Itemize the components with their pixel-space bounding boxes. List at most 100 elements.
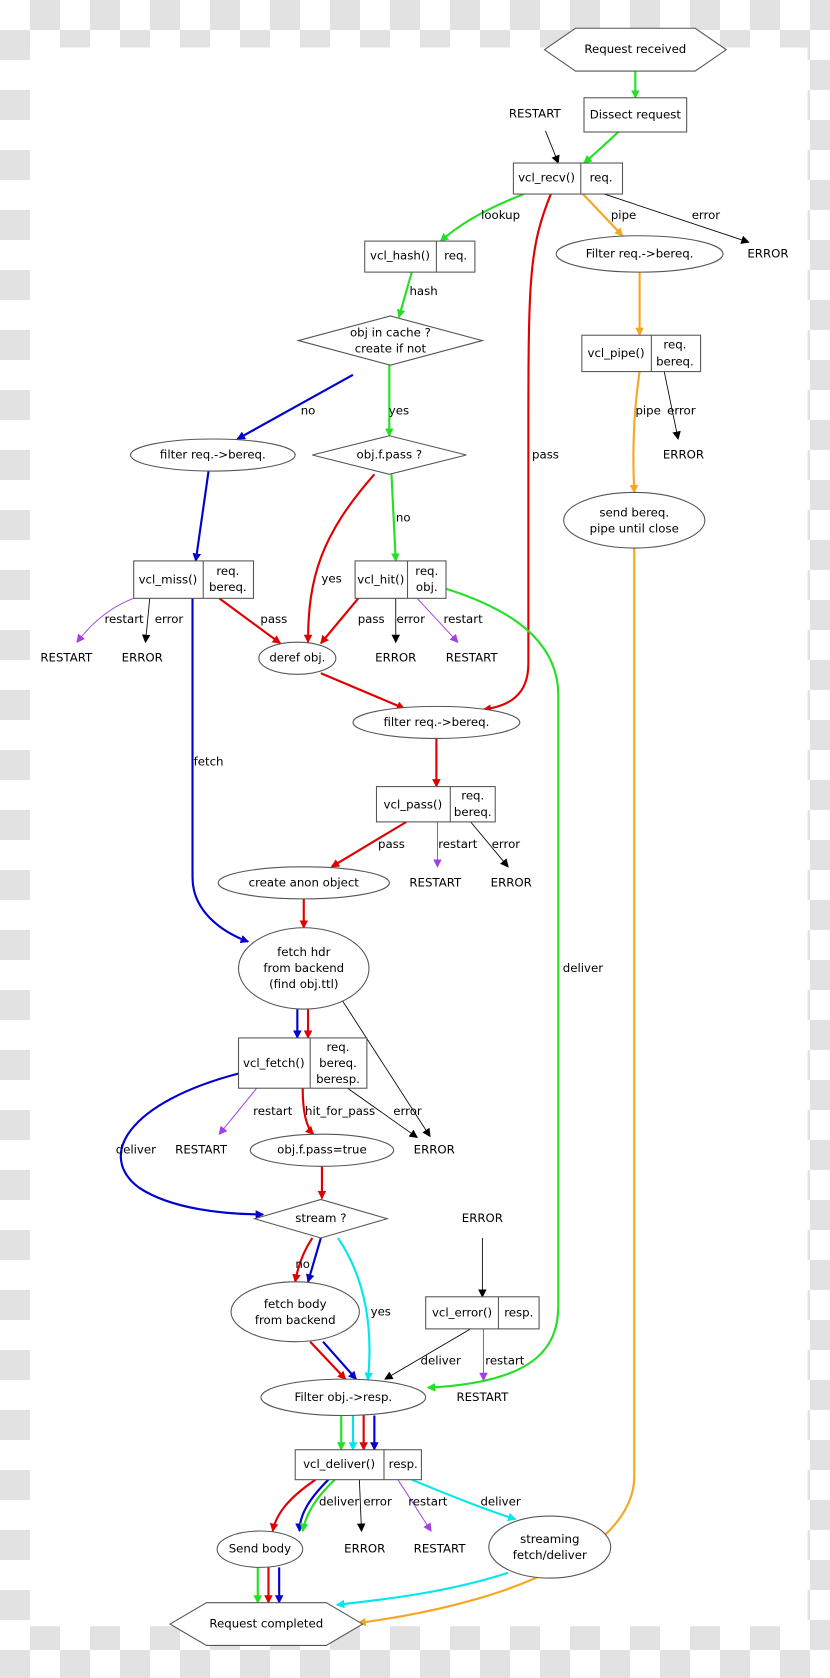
obj-f-pass: obj.f.pass ? (357, 448, 423, 462)
vcl-hit-var1: req. (415, 564, 438, 578)
request-completed: Request completed (209, 1617, 323, 1631)
filter-resp: Filter obj.->resp. (294, 1390, 392, 1404)
vcl-hash-vars: req. (444, 249, 467, 263)
edge-label: error (363, 1495, 392, 1509)
error-label: ERROR (747, 246, 788, 260)
streaming-line1: streaming (520, 1532, 579, 1546)
edge-label: error (692, 208, 721, 222)
edge-label: yes (371, 1304, 391, 1318)
edge-label: yes (389, 404, 409, 418)
edge-label: fetch (194, 754, 224, 768)
edge-label: restart (444, 612, 484, 626)
error-label: ERROR (491, 875, 532, 889)
dissect-request: Dissect request (590, 107, 682, 121)
filter-pipe: Filter req.->bereq. (586, 246, 694, 260)
edge-label: yes (321, 572, 341, 586)
restart-label: RESTART (509, 106, 562, 120)
error-label: ERROR (344, 1542, 385, 1556)
deref-obj: deref obj. (269, 651, 325, 665)
edge-label: deliver (319, 1495, 359, 1509)
edge-label: restart (104, 612, 144, 626)
vcl-deliver: vcl_deliver() (303, 1457, 375, 1471)
fetch-hdr-line1: fetch hdr (277, 945, 331, 959)
edge-label: deliver (116, 1143, 156, 1157)
restart-label: RESTART (414, 1542, 467, 1556)
stream: stream ? (295, 1211, 346, 1225)
edge-label: error (667, 404, 696, 418)
error-label: ERROR (414, 1143, 455, 1157)
request-received: Request received (584, 42, 686, 56)
vcl-recv-vars: req. (590, 170, 613, 184)
vcl-fetch-var2: bereq. (319, 1056, 357, 1070)
send-body: Send body (229, 1542, 291, 1556)
edge-label: error (396, 612, 425, 626)
create-anon: create anon object (249, 875, 360, 889)
edge-label: error (155, 612, 184, 626)
edge-label: pass (378, 837, 405, 851)
vcl-error: vcl_error() (432, 1305, 492, 1319)
edge-label: restart (253, 1104, 293, 1118)
edge-label: deliver (480, 1495, 520, 1509)
edge-label: hit_for_pass (305, 1104, 375, 1118)
vcl-pipe-var2: bereq. (656, 354, 694, 368)
error-label: ERROR (462, 1211, 503, 1225)
error-label: ERROR (663, 448, 704, 462)
vcl-error-vars: resp. (504, 1305, 533, 1319)
edge-label: pass (358, 612, 385, 626)
filter-miss: filter req.->bereq. (160, 448, 266, 462)
restart-label: RESTART (409, 875, 462, 889)
edge-label: deliver (421, 1353, 461, 1367)
fetch-hdr-line3: (find obj.ttl) (269, 977, 338, 991)
vcl-pass-var2: bereq. (454, 805, 492, 819)
edge-label: no (301, 404, 316, 418)
vcl-deliver-vars: resp. (389, 1457, 418, 1471)
filter-pass: filter req.->bereq. (383, 715, 489, 729)
fetch-body-line2: from backend (255, 1313, 336, 1327)
restart-label: RESTART (40, 651, 93, 665)
edge-label: no (396, 511, 411, 525)
send-bereq-shape (563, 491, 706, 549)
vcl-hit: vcl_hit() (357, 573, 404, 587)
vcl-hash: vcl_hash() (370, 249, 430, 263)
send-bereq-line2: pipe until close (590, 521, 679, 535)
vcl-fetch-var1: req. (326, 1040, 349, 1054)
send-bereq-line1: send bereq. (599, 505, 669, 519)
obj-in-cache-line2: create if not (355, 342, 427, 356)
edge-label: error (492, 837, 521, 851)
vcl-pass-var1: req. (461, 789, 484, 803)
restart-label: RESTART (456, 1390, 509, 1404)
vcl-miss: vcl_miss() (139, 573, 198, 587)
edge-label: restart (408, 1495, 448, 1509)
vcl-miss-var1: req. (216, 564, 239, 578)
vcl-fetch: vcl_fetch() (243, 1056, 305, 1070)
obj-in-cache-line1: obj in cache ? (350, 326, 431, 340)
fetch-body-shape (230, 1281, 360, 1343)
edge-label: no (295, 1257, 310, 1271)
vcl-pipe-var1: req. (663, 337, 686, 351)
edge-label: lookup (481, 208, 520, 222)
error-label: ERROR (375, 651, 416, 665)
edge-label: pass (260, 612, 287, 626)
edge-label: pass (532, 448, 559, 462)
edge-label: error (393, 1104, 422, 1118)
streaming-shape (488, 1515, 612, 1579)
vcl-hit-var2: obj. (416, 580, 438, 594)
fetch-body-line1: fetch body (264, 1297, 327, 1311)
edge-label: restart (485, 1353, 525, 1367)
edge-label: deliver (563, 961, 603, 975)
vcl-pass: vcl_pass() (384, 797, 443, 811)
vcl-fetch-var3: beresp. (316, 1072, 360, 1086)
vcl-flow-diagram: lookup pass pipe error hash no yes pipe … (29, 27, 808, 1647)
edge-label: hash (409, 284, 437, 298)
vcl-pipe: vcl_pipe() (588, 346, 645, 360)
restart-label: RESTART (175, 1143, 228, 1157)
edge-label: restart (438, 837, 478, 851)
vcl-miss-var2: bereq. (209, 580, 247, 594)
edge-label: pipe (611, 208, 636, 222)
error-label: ERROR (122, 651, 163, 665)
vcl-recv: vcl_recv() (518, 170, 575, 184)
streaming-line2: fetch/deliver (513, 1548, 587, 1562)
obj-pass-true: obj.f.pass=true (277, 1143, 367, 1157)
restart-label: RESTART (446, 651, 499, 665)
edge-label: pipe (635, 404, 660, 418)
